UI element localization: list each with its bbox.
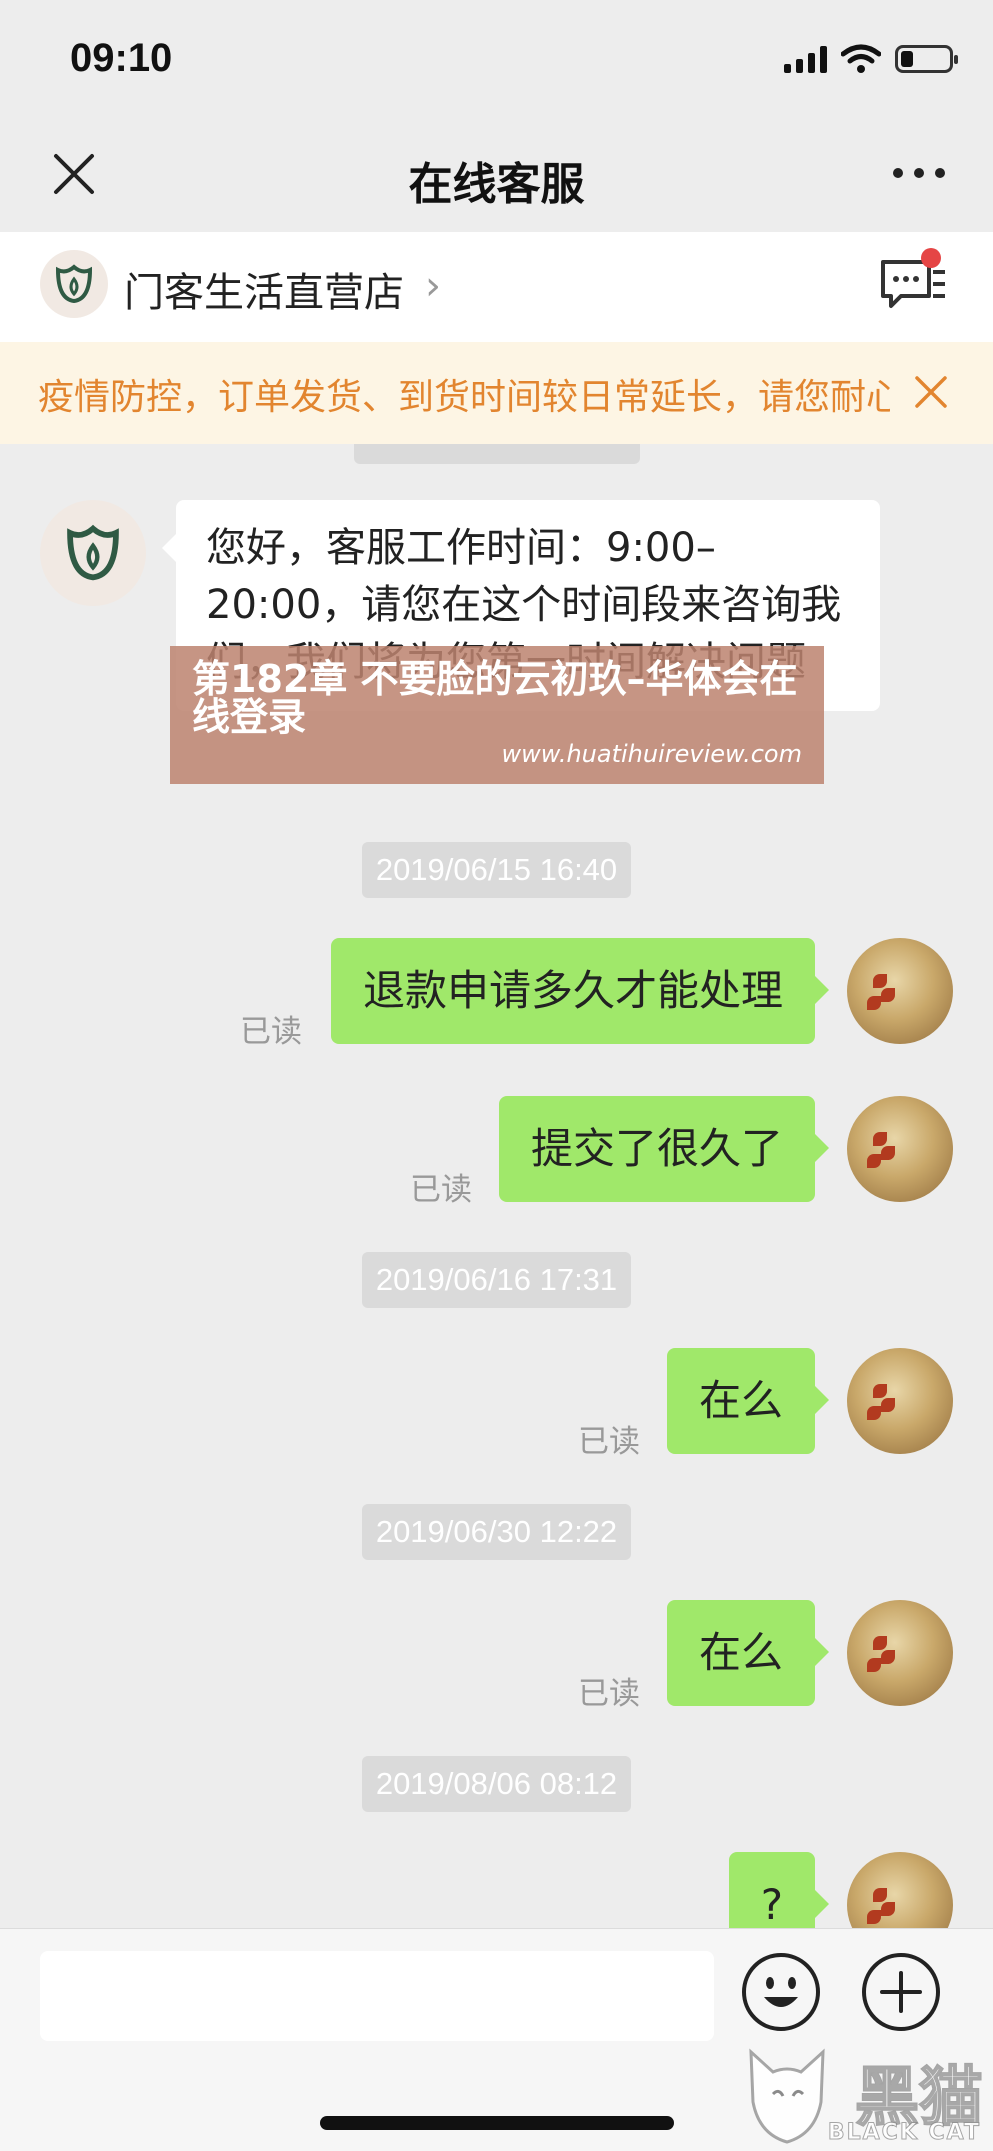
timestamp: 2019/06/15 16:40 bbox=[0, 842, 993, 898]
read-status: 已读 bbox=[578, 1676, 640, 1712]
shop-avatar[interactable] bbox=[40, 500, 146, 606]
message-bubble-self[interactable]: 提交了很久了 bbox=[498, 1096, 830, 1202]
timestamp-partial bbox=[354, 444, 640, 464]
notice-bar: 疫情防控，订单发货、到货时间较日常延长，请您耐心等待 bbox=[0, 342, 993, 444]
status-bar: 09:10 bbox=[0, 0, 993, 120]
read-status: 已读 bbox=[578, 1424, 640, 1460]
message-input[interactable] bbox=[40, 1951, 714, 2041]
nav-bar: 在线客服 bbox=[0, 120, 993, 232]
overlay-url: www.huatihuireview.com bbox=[501, 740, 802, 768]
user-avatar[interactable] bbox=[847, 938, 953, 1044]
chevron-right-icon[interactable]: › bbox=[425, 266, 441, 306]
notice-close-icon[interactable] bbox=[913, 374, 949, 410]
unread-badge bbox=[921, 248, 941, 268]
message-bubble-self[interactable]: 在么 bbox=[666, 1600, 830, 1706]
timestamp: 2019/06/16 17:31 bbox=[0, 1252, 993, 1308]
cat-logo-icon bbox=[749, 2048, 825, 2144]
user-avatar[interactable] bbox=[847, 1096, 953, 1202]
brand-watermark-sub: BLACK CAT bbox=[827, 2120, 981, 2146]
home-indicator bbox=[320, 2116, 674, 2130]
shop-header[interactable]: 门客生活直营店 › bbox=[0, 232, 993, 342]
user-avatar[interactable] bbox=[847, 1600, 953, 1706]
timestamp: 2019/08/06 08:12 bbox=[0, 1756, 993, 1812]
battery-icon bbox=[895, 45, 958, 73]
emoji-icon[interactable] bbox=[740, 1951, 822, 2033]
more-icon[interactable] bbox=[893, 168, 945, 178]
message-bubble-self[interactable]: 在么 bbox=[666, 1348, 830, 1454]
page-title: 在线客服 bbox=[408, 159, 585, 210]
status-time: 09:10 bbox=[70, 36, 173, 80]
shop-name[interactable]: 门客生活直营店 bbox=[124, 260, 404, 318]
user-avatar[interactable] bbox=[847, 1348, 953, 1454]
overlay-title: 第182章 不要脸的云初玖–华体会在线登录 bbox=[192, 657, 798, 739]
message-bubble-self[interactable]: ? bbox=[728, 1852, 830, 1928]
overlay-banner: 第182章 不要脸的云初玖–华体会在线登录 www.huatihuireview… bbox=[170, 646, 824, 784]
message-list-icon[interactable] bbox=[879, 258, 947, 314]
wifi-icon bbox=[841, 44, 881, 73]
read-status: 已读 bbox=[620, 1920, 682, 1928]
plus-icon[interactable] bbox=[860, 1951, 942, 2033]
message-bubble-self[interactable]: 退款申请多久才能处理 bbox=[330, 938, 830, 1044]
signal-icon bbox=[784, 45, 827, 73]
read-status: 已读 bbox=[410, 1172, 472, 1208]
notice-text: 疫情防控，订单发货、到货时间较日常延长，请您耐心等待 bbox=[38, 377, 890, 418]
read-status: 已读 bbox=[240, 1014, 302, 1050]
user-avatar[interactable] bbox=[847, 1852, 953, 1928]
status-icons bbox=[784, 44, 958, 74]
timestamp: 2019/06/30 12:22 bbox=[0, 1504, 993, 1560]
shop-logo-icon bbox=[40, 250, 108, 318]
